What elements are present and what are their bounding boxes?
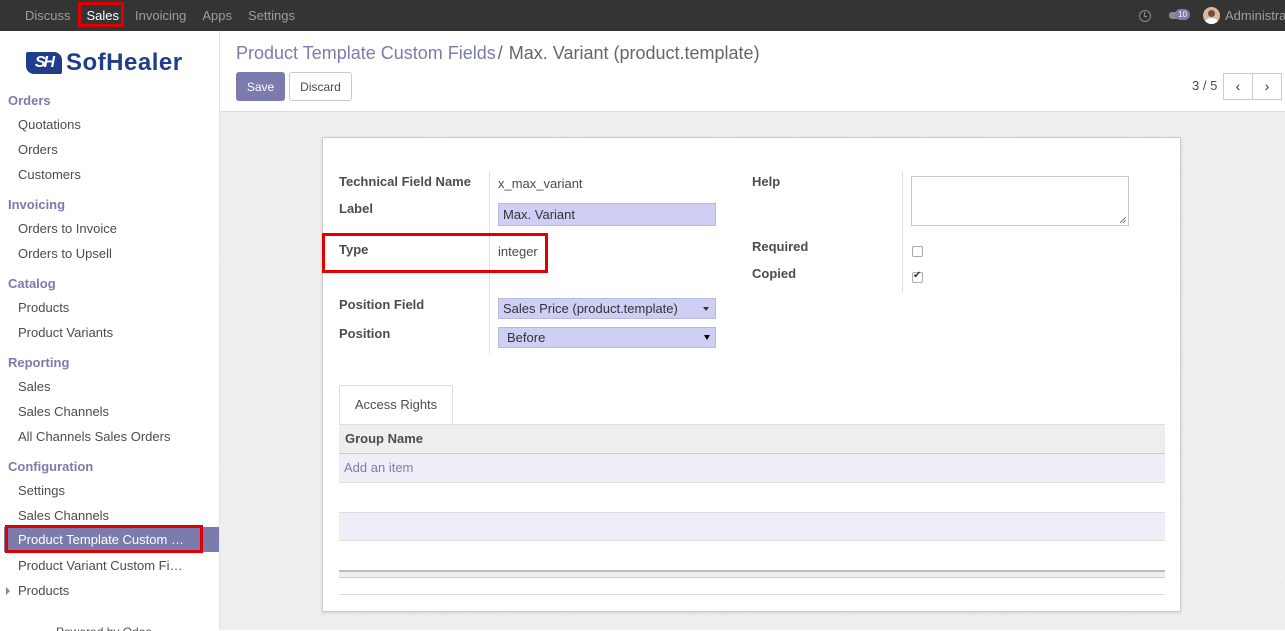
label-field-label: Label (339, 201, 373, 216)
table-footer (339, 570, 1165, 578)
top-navbar: Discuss Sales Invoicing Apps Settings 10… (0, 0, 1285, 31)
pager-previous-button[interactable]: ‹ (1223, 73, 1253, 100)
sidebar-item-orders-to-invoice[interactable]: Orders to Invoice (18, 221, 117, 236)
activity-clock-icon[interactable] (1139, 9, 1151, 22)
required-label: Required (752, 239, 809, 254)
dropdown-caret-icon (703, 307, 709, 311)
menu-discuss[interactable]: Discuss (17, 0, 79, 31)
messaging-chat-icon[interactable]: 10 (1169, 8, 1191, 23)
select-arrow-icon (704, 335, 710, 340)
technical-field-name-value: x_max_variant (498, 176, 583, 191)
message-count-badge: 10 (1175, 8, 1190, 20)
sidebar-item-products[interactable]: Products (18, 300, 69, 315)
sidebar-item-orders[interactable]: Orders (18, 142, 58, 157)
logo-wordmark: SofHealer (66, 49, 183, 76)
position-select[interactable]: Before (498, 327, 716, 348)
top-right-systray: 10 Administrator (1139, 0, 1285, 31)
sidebar-item-sales-channels[interactable]: Sales Channels (18, 404, 109, 419)
user-menu[interactable]: Administrator (1225, 8, 1285, 23)
help-label: Help (752, 174, 781, 189)
discard-button[interactable]: Discard (289, 72, 352, 101)
sidebar-section-orders: Orders (8, 93, 51, 108)
pager-next-button[interactable]: › (1252, 73, 1282, 100)
table-row (339, 483, 1165, 512)
sidebar-item-orders-to-upsell[interactable]: Orders to Upsell (18, 246, 112, 261)
required-checkbox[interactable] (912, 246, 923, 257)
sidebar-item-product-variant-custom-fields[interactable]: Product Variant Custom Fi… (18, 558, 182, 573)
softhealer-logo: SH SofHealer (26, 49, 183, 76)
sidebar-item-config-sales-channels[interactable]: Sales Channels (18, 508, 109, 523)
menu-invoicing[interactable]: Invoicing (127, 0, 194, 31)
table-row[interactable]: Add an item (339, 454, 1165, 483)
column-group-name[interactable]: Group Name (345, 431, 423, 446)
table-row (339, 512, 1165, 541)
position-field-select[interactable]: Sales Price (product.template) (498, 298, 716, 319)
position-field-value: Sales Price (product.template) (503, 301, 678, 316)
position-label: Position (339, 326, 391, 341)
user-avatar[interactable] (1203, 7, 1220, 24)
pager-value[interactable]: 3 / 5 (1192, 78, 1217, 93)
sidebar-section-catalog: Catalog (8, 276, 56, 291)
top-menu: Discuss Sales Invoicing Apps Settings (17, 0, 303, 31)
menu-settings[interactable]: Settings (240, 0, 303, 31)
sidebar-section-invoicing: Invoicing (8, 197, 66, 212)
table-row (339, 541, 1165, 570)
highlight-box-sales (78, 2, 124, 27)
sidebar-item-customers[interactable]: Customers (18, 167, 81, 182)
sidebar-item-config-products[interactable]: Products (18, 583, 69, 598)
highlight-box-type (322, 233, 548, 273)
right-group-separator (902, 172, 903, 292)
tab-access-rights[interactable]: Access Rights (339, 385, 453, 425)
breadcrumb-parent-link[interactable]: Product Template Custom Fields (236, 43, 496, 63)
sidebar-section-reporting: Reporting (8, 355, 70, 370)
copied-label: Copied (752, 266, 797, 281)
label-input[interactable] (498, 203, 716, 226)
resize-grip-icon[interactable] (1120, 217, 1126, 223)
highlight-box-sidebar (5, 525, 203, 553)
sidebar-item-sales[interactable]: Sales (18, 379, 51, 394)
sidebar-section-configuration: Configuration (8, 459, 94, 474)
caret-right-icon[interactable] (6, 587, 10, 595)
table-bottom-border (339, 594, 1165, 595)
breadcrumb-separator: / (497, 43, 503, 63)
sidebar-item-all-channels-sales-orders[interactable]: All Channels Sales Orders (18, 429, 170, 444)
sidebar-item-config-settings[interactable]: Settings (18, 483, 65, 498)
sidebar-item-product-variants[interactable]: Product Variants (18, 325, 113, 340)
sidebar-item-quotations[interactable]: Quotations (18, 117, 81, 132)
technical-field-name-label: Technical Field Name (339, 174, 471, 189)
copied-checkbox[interactable] (912, 270, 923, 283)
breadcrumb: Product Template Custom Fields / Max. Vari… (236, 43, 760, 64)
save-button[interactable]: Save (236, 72, 285, 101)
position-value: Before (507, 330, 546, 345)
add-an-item-link[interactable]: Add an item (344, 460, 413, 475)
breadcrumb-current: Max. Variant (product.template) (508, 43, 760, 63)
help-textarea[interactable] (911, 176, 1129, 226)
position-field-label: Position Field (339, 297, 425, 312)
table-header: Group Name (339, 425, 1165, 454)
sidebar: SH SofHealer Orders Quotations Orders Cu… (0, 31, 220, 631)
powered-by: Powered by Odoo (56, 625, 152, 631)
logo-mark: SH (26, 52, 62, 74)
menu-apps[interactable]: Apps (194, 0, 240, 31)
